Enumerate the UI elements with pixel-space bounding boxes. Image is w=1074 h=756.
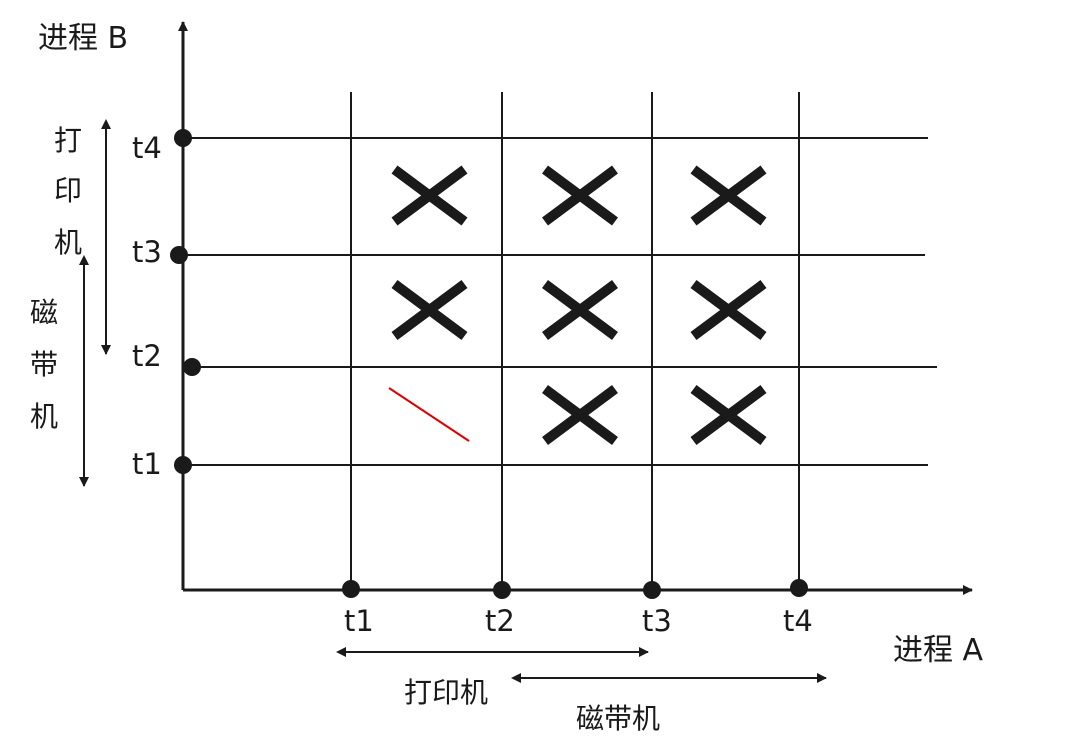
x-tick-point-t4 xyxy=(790,579,808,597)
y-tick-point-t4 xyxy=(174,129,192,147)
y-tick-point-t2 xyxy=(183,358,201,376)
y-tick-point-t1 xyxy=(174,456,192,474)
x-range-tape-label: 磁带机 xyxy=(576,702,660,735)
y-range-printer-char-1: 打 xyxy=(54,124,82,157)
forbidden-marks xyxy=(391,165,767,446)
forbidden-mark-x xyxy=(690,279,767,341)
x-tick-point-t3 xyxy=(643,581,661,599)
trajectory-segment xyxy=(388,387,470,442)
y-tick-label-t2: t2 xyxy=(132,339,162,373)
y-range-printer-char-3: 机 xyxy=(54,226,82,259)
x-tick-label-t3: t3 xyxy=(642,604,672,638)
forbidden-mark-x xyxy=(690,384,767,446)
x-axis-label: 进程 A xyxy=(893,633,984,668)
x-tick-point-t1 xyxy=(342,580,360,598)
y-range-tape-char-3: 机 xyxy=(30,400,58,433)
y-tick-label-t4: t4 xyxy=(132,131,162,165)
forbidden-mark-x xyxy=(690,165,767,226)
x-tick-label-t1: t1 xyxy=(344,604,374,638)
forbidden-mark-x xyxy=(542,165,618,226)
y-range-printer-char-2: 印 xyxy=(54,174,82,207)
forbidden-mark-x xyxy=(542,279,618,341)
x-tick-point-t2 xyxy=(493,581,511,599)
x-tick-label-t4: t4 xyxy=(783,604,813,638)
y-tick-label-t1: t1 xyxy=(132,447,162,481)
progress-diagram: 进程 B 进程 A t4 t3 t2 t1 t1 t2 t3 t4 打印机 磁带… xyxy=(30,21,984,735)
y-range-tape-char-1: 磁 xyxy=(30,296,58,329)
x-range-printer-label: 打印机 xyxy=(404,676,488,709)
y-tick-point-t3 xyxy=(170,246,188,264)
y-range-tape-char-2: 带 xyxy=(30,348,58,381)
forbidden-mark-x xyxy=(542,384,618,446)
y-tick-label-t3: t3 xyxy=(132,235,162,269)
y-axis-label: 进程 B xyxy=(38,21,128,56)
forbidden-mark-x xyxy=(391,279,468,341)
x-tick-label-t2: t2 xyxy=(485,604,515,638)
forbidden-mark-x xyxy=(391,165,468,226)
